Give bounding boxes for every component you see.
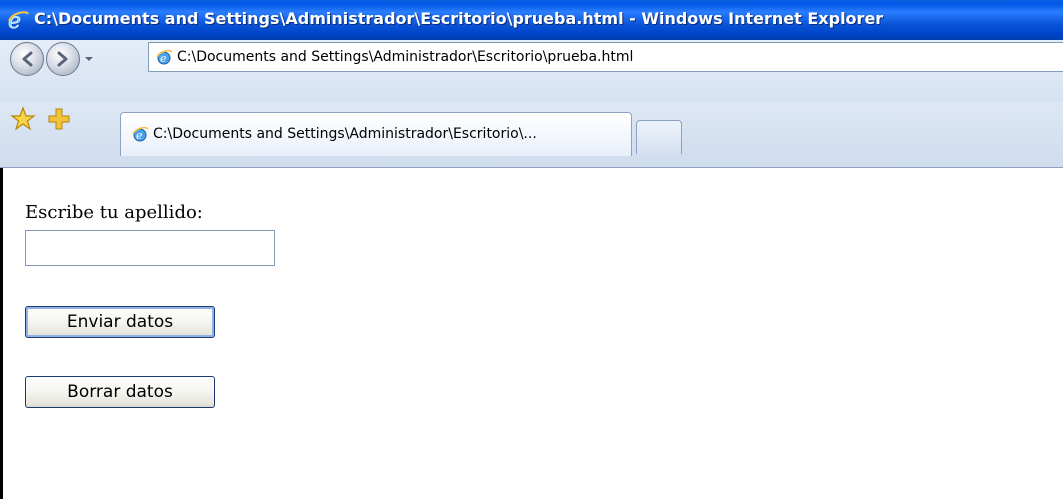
address-url: C:\Documents and Settings\Administrador\… (177, 49, 634, 65)
reset-button[interactable]: Borrar datos (25, 376, 215, 408)
forward-button[interactable] (46, 42, 80, 76)
ie-logo-icon: e (8, 9, 29, 32)
tabs-toolbar: e C:\Documents and Settings\Administrado… (0, 102, 1063, 168)
svg-text:e: e (160, 52, 167, 65)
ie-page-icon: e (132, 126, 149, 142)
add-favorite-icon[interactable] (46, 106, 72, 132)
ie-page-icon: e (156, 49, 173, 65)
forward-icon (57, 51, 68, 67)
tab-active[interactable]: e C:\Documents and Settings\Administrado… (120, 112, 632, 156)
address-bar[interactable]: e C:\Documents and Settings\Administrado… (148, 42, 1063, 72)
surname-input[interactable] (25, 230, 275, 266)
surname-label: Escribe tu apellido: (25, 202, 203, 223)
tab-label: C:\Documents and Settings\Administrador\… (153, 126, 537, 142)
recent-pages-dropdown-icon[interactable] (82, 50, 96, 68)
back-button[interactable] (10, 42, 44, 76)
window-title: C:\Documents and Settings\Administrador\… (34, 9, 884, 28)
back-icon (22, 51, 33, 67)
favorites-star-icon[interactable] (10, 106, 36, 132)
page-content: Escribe tu apellido: Enviar datos Borrar… (0, 168, 1063, 499)
address-toolbar: e C:\Documents and Settings\Administrado… (0, 40, 1063, 102)
svg-text:e: e (136, 129, 143, 142)
submit-button[interactable]: Enviar datos (25, 306, 215, 338)
new-tab-button[interactable] (636, 120, 682, 154)
title-bar: e C:\Documents and Settings\Administrado… (0, 0, 1063, 40)
browser-window: e C:\Documents and Settings\Administrado… (0, 0, 1063, 499)
